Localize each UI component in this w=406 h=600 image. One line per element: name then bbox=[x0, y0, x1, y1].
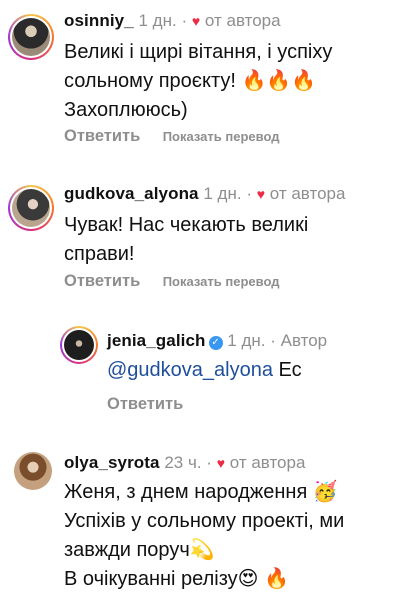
avatar[interactable] bbox=[8, 14, 54, 60]
reply-button[interactable]: Ответить bbox=[107, 395, 183, 413]
author-label: Автор bbox=[280, 331, 328, 350]
username[interactable]: jenia_galich bbox=[107, 331, 206, 350]
translate-button[interactable]: Показать перевод bbox=[163, 274, 280, 289]
translate-button[interactable]: Показать перевод bbox=[163, 129, 280, 144]
liked-by-author: от автора bbox=[229, 453, 306, 472]
comment-text: Чувак! Нас чекають великі справи! bbox=[64, 214, 309, 265]
heart-icon: ♥ bbox=[216, 455, 226, 471]
username[interactable]: gudkova_alyona bbox=[64, 184, 199, 203]
avatar[interactable] bbox=[8, 185, 54, 231]
avatar[interactable] bbox=[14, 452, 52, 490]
heart-icon: ♥ bbox=[191, 13, 201, 29]
avatar[interactable] bbox=[60, 326, 98, 364]
liked-by-author: от автора bbox=[269, 184, 346, 203]
timestamp: 1 дн. bbox=[203, 184, 242, 203]
timestamp: 1 дн. bbox=[138, 11, 177, 30]
comment-text: @gudkova_alyona Ес bbox=[107, 359, 302, 381]
verified-badge-icon: ✓ bbox=[208, 336, 223, 350]
mention-link[interactable]: @gudkova_alyona bbox=[107, 359, 273, 381]
timestamp: 1 дн. bbox=[227, 331, 266, 350]
comment-text: Женя, з днем народження 🥳 Успіхів у соль… bbox=[64, 481, 345, 590]
timestamp: 23 ч. bbox=[164, 453, 202, 472]
comment-text: Великі і щирі вітання, і успіху сольному… bbox=[64, 41, 333, 121]
username[interactable]: osinniy_ bbox=[64, 11, 134, 30]
liked-by-author: от автора bbox=[204, 11, 281, 30]
reply-button[interactable]: Ответить bbox=[64, 272, 140, 290]
heart-icon: ♥ bbox=[256, 186, 266, 202]
username[interactable]: olya_syrota bbox=[64, 453, 160, 472]
reply-button[interactable]: Ответить bbox=[64, 127, 140, 145]
